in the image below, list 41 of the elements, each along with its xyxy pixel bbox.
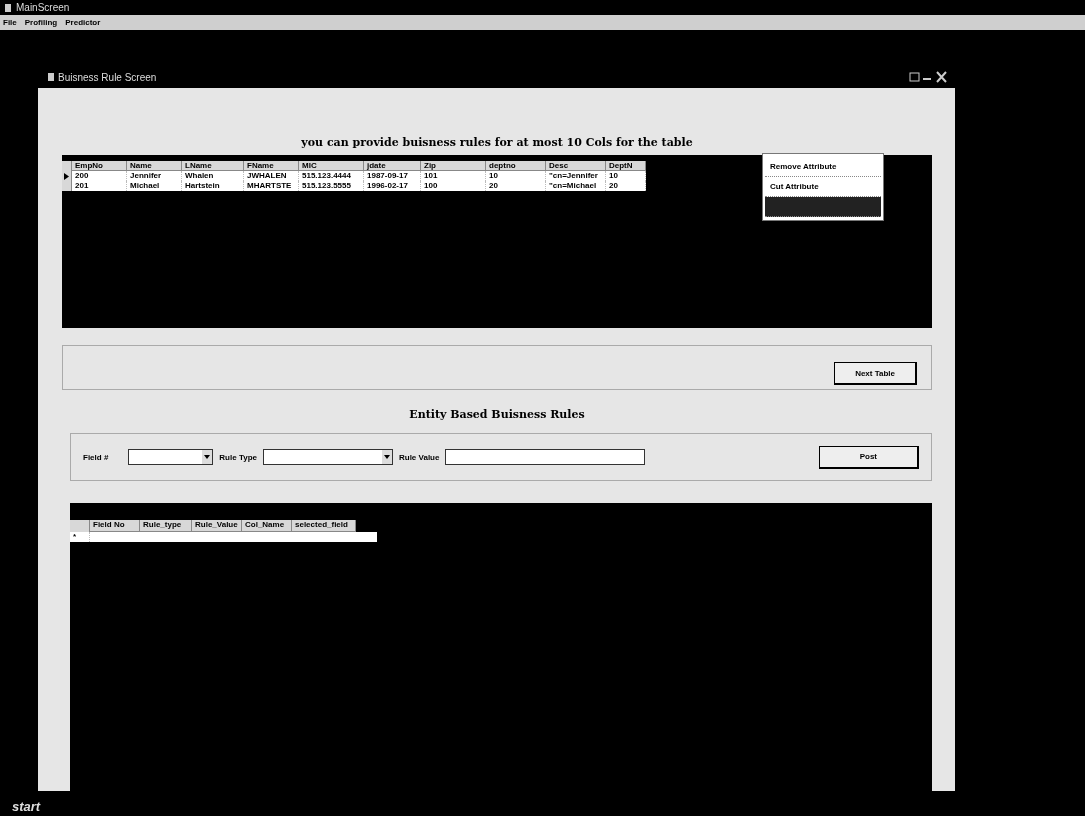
table-cell: Hartstein bbox=[182, 181, 244, 191]
column-header[interactable]: selected_field bbox=[292, 520, 356, 532]
corner-header bbox=[70, 520, 90, 532]
app-icon bbox=[4, 2, 12, 13]
field-label: Field # bbox=[83, 452, 109, 462]
table-cell: 20 bbox=[486, 181, 546, 191]
field-dropdown[interactable] bbox=[128, 449, 214, 465]
rule-value-field[interactable] bbox=[445, 449, 646, 465]
table-cell: 20 bbox=[606, 181, 646, 191]
rule-type-dropdown[interactable] bbox=[263, 449, 393, 465]
table-cell: 201 bbox=[72, 181, 127, 191]
start-button[interactable]: start bbox=[12, 799, 41, 814]
column-header[interactable]: Rule_Value bbox=[192, 520, 242, 532]
rule-value-label: Rule Value bbox=[399, 452, 440, 462]
table-cell: Michael bbox=[127, 181, 182, 191]
menu-item[interactable]: Profiling bbox=[24, 18, 58, 27]
row-header[interactable] bbox=[62, 171, 72, 181]
table-cell: 515.123.5555 bbox=[299, 181, 364, 191]
instruction-heading: you can provide buisness rules for at most 10 Cols for the table bbox=[300, 136, 694, 149]
section-heading: Entity Based Buisness Rules bbox=[408, 408, 586, 421]
column-header[interactable]: Zip bbox=[421, 161, 486, 171]
next-table-button[interactable]: Next Table bbox=[834, 362, 917, 385]
column-header[interactable]: Field No bbox=[90, 520, 140, 532]
table-cell: 100 bbox=[421, 181, 486, 191]
window-title: Buisness Rule Screen bbox=[58, 71, 157, 83]
table-cell: MHARTSTE bbox=[244, 181, 299, 191]
menu-item[interactable]: Predictor bbox=[65, 18, 101, 27]
corner-header bbox=[62, 161, 72, 171]
post-button[interactable]: Post bbox=[818, 445, 919, 469]
menu-item[interactable]: File bbox=[3, 18, 17, 27]
column-header[interactable]: Col_Name bbox=[242, 520, 292, 532]
column-header[interactable]: Rule_type bbox=[140, 520, 192, 532]
menu-item[interactable] bbox=[765, 197, 881, 217]
current-row-icon bbox=[64, 172, 69, 180]
window-controls-icon[interactable] bbox=[909, 70, 949, 84]
window-icon bbox=[48, 73, 54, 81]
column-header[interactable]: MIC bbox=[299, 161, 364, 171]
rule-type-label: Rule Type bbox=[219, 452, 257, 462]
table-cell: 1996-02-17 bbox=[364, 181, 421, 191]
table-cell: "cn=Michael bbox=[546, 181, 606, 191]
window-title: MainScreen bbox=[16, 2, 70, 13]
